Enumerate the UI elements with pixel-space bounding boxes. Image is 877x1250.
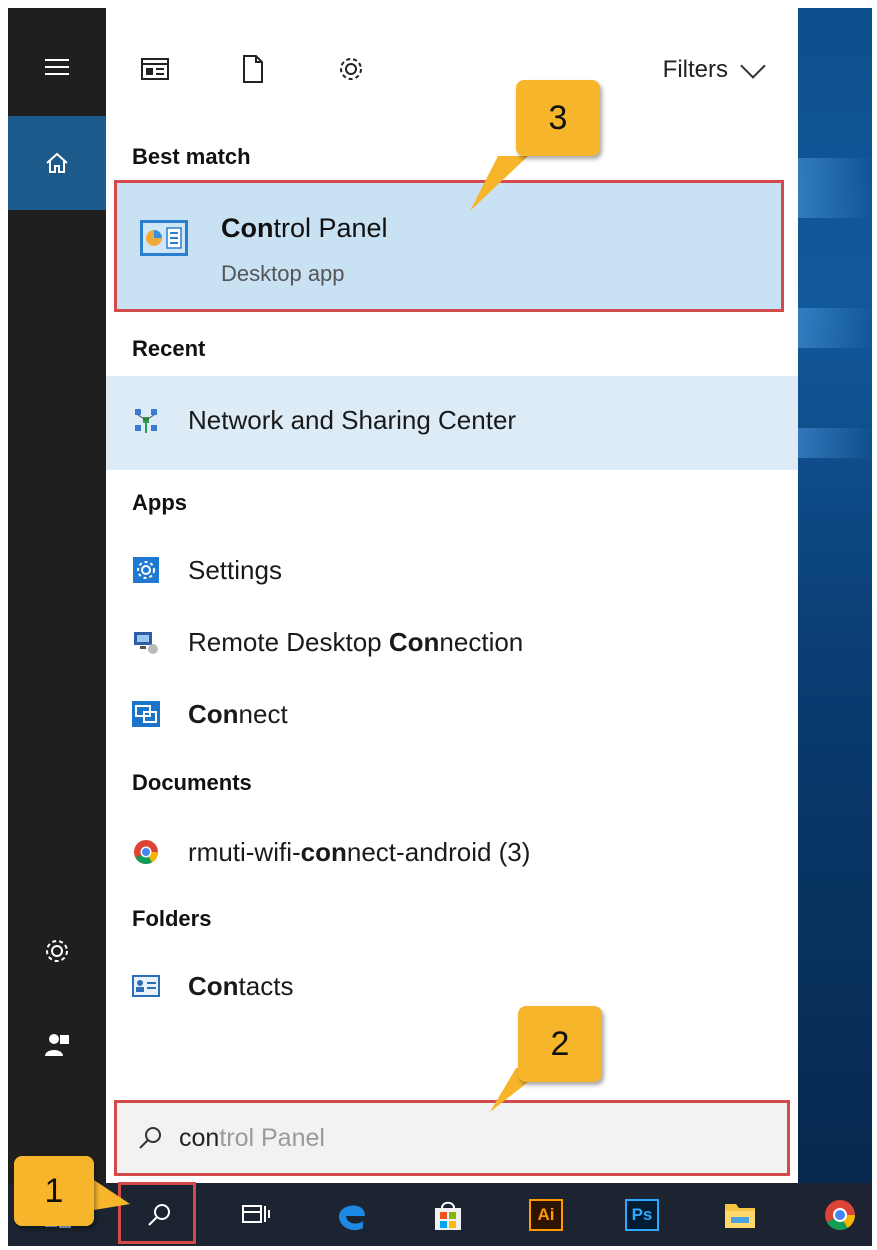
gear-icon xyxy=(340,58,362,80)
search-results-panel: Filters Best match Control Panel Desktop… xyxy=(106,8,798,1183)
recent-item-label: Network and Sharing Center xyxy=(188,404,517,435)
settings-rail-button[interactable] xyxy=(8,904,106,998)
document-item[interactable]: rmuti-wifi-connect-android (3) xyxy=(106,824,798,880)
filters-label: Filters xyxy=(662,56,728,83)
search-input-typed: con xyxy=(179,1123,220,1152)
screenshot-frame: Filters Best match Control Panel Desktop… xyxy=(8,8,872,1246)
remote-desktop-icon xyxy=(132,628,160,656)
gear-icon xyxy=(46,940,68,962)
callout-1: 1 xyxy=(14,1156,94,1226)
wallpaper-light-streak xyxy=(798,428,872,458)
callout-pointer xyxy=(470,156,528,211)
illustrator-icon: Ai xyxy=(529,1199,563,1231)
apps-header: Apps xyxy=(132,490,187,515)
wallpaper-light-streak xyxy=(798,158,872,218)
illustrator-button[interactable]: Ai xyxy=(522,1191,570,1239)
app-item-connect[interactable]: Connect xyxy=(106,686,798,742)
wallpaper-light-streak xyxy=(798,308,872,348)
filters-dropdown[interactable]: Filters xyxy=(662,53,766,84)
store-button[interactable] xyxy=(424,1191,472,1239)
search-box[interactable]: con trol Panel xyxy=(114,1100,790,1176)
app-item-label: Settings xyxy=(188,554,282,585)
control-panel-icon xyxy=(140,220,188,256)
app-item-settings[interactable]: Settings xyxy=(106,542,798,598)
search-toolbar: Filters xyxy=(106,8,798,123)
contacts-icon xyxy=(132,972,160,1000)
folder-icon xyxy=(725,1204,755,1228)
document-item-label: rmuti-wifi-connect-android (3) xyxy=(188,836,531,867)
callout-pointer xyxy=(94,1180,130,1210)
document-icon xyxy=(243,55,263,83)
documents-header: Documents xyxy=(132,770,252,795)
chrome-icon xyxy=(132,838,160,866)
best-match-title: Control Panel xyxy=(221,213,388,243)
folder-item-contacts[interactable]: Contacts xyxy=(106,958,798,1014)
settings-filter-button[interactable] xyxy=(334,52,368,86)
user-account-button[interactable] xyxy=(8,998,106,1092)
edge-icon xyxy=(339,1205,365,1231)
file-explorer-button[interactable] xyxy=(716,1191,764,1239)
folder-item-label: Contacts xyxy=(188,970,294,1001)
connect-app-icon xyxy=(132,700,160,728)
search-icon xyxy=(139,1127,161,1149)
window-icon xyxy=(141,58,169,80)
folders-header: Folders xyxy=(132,906,212,931)
recent-item-network-sharing[interactable]: Network and Sharing Center xyxy=(106,392,798,448)
menu-button[interactable] xyxy=(8,20,106,114)
settings-app-icon xyxy=(132,556,160,584)
home-button[interactable] xyxy=(8,116,106,210)
best-match-subtitle: Desktop app xyxy=(221,261,345,286)
photoshop-button[interactable]: Ps xyxy=(618,1191,666,1239)
documents-filter-button[interactable] xyxy=(236,52,270,86)
callout-2: 2 xyxy=(518,1006,602,1082)
task-view-icon xyxy=(242,1205,270,1223)
recent-header: Recent xyxy=(132,336,206,361)
task-view-button[interactable] xyxy=(232,1191,280,1239)
apps-filter-button[interactable] xyxy=(138,52,172,86)
app-item-remote-desktop[interactable]: Remote Desktop Connection xyxy=(106,614,798,670)
search-input-suggestion: trol Panel xyxy=(219,1123,325,1152)
edge-button[interactable] xyxy=(328,1191,376,1239)
start-left-rail xyxy=(8,8,106,1183)
network-icon xyxy=(132,406,160,434)
chevron-down-icon xyxy=(740,53,766,79)
chrome-icon xyxy=(825,1200,855,1231)
photoshop-icon: Ps xyxy=(625,1199,659,1231)
store-icon xyxy=(435,1201,461,1230)
best-match-control-panel[interactable]: Control Panel Desktop app xyxy=(114,180,784,312)
app-item-label: Remote Desktop Connection xyxy=(188,626,524,657)
best-match-header: Best match xyxy=(132,144,251,169)
app-item-label: Connect xyxy=(188,698,288,729)
hamburger-icon xyxy=(45,54,69,80)
desktop-wallpaper xyxy=(798,8,872,1183)
home-icon xyxy=(46,152,68,173)
callout-3: 3 xyxy=(516,80,600,156)
user-icon xyxy=(45,1034,69,1056)
chrome-taskbar-button[interactable] xyxy=(816,1191,864,1239)
